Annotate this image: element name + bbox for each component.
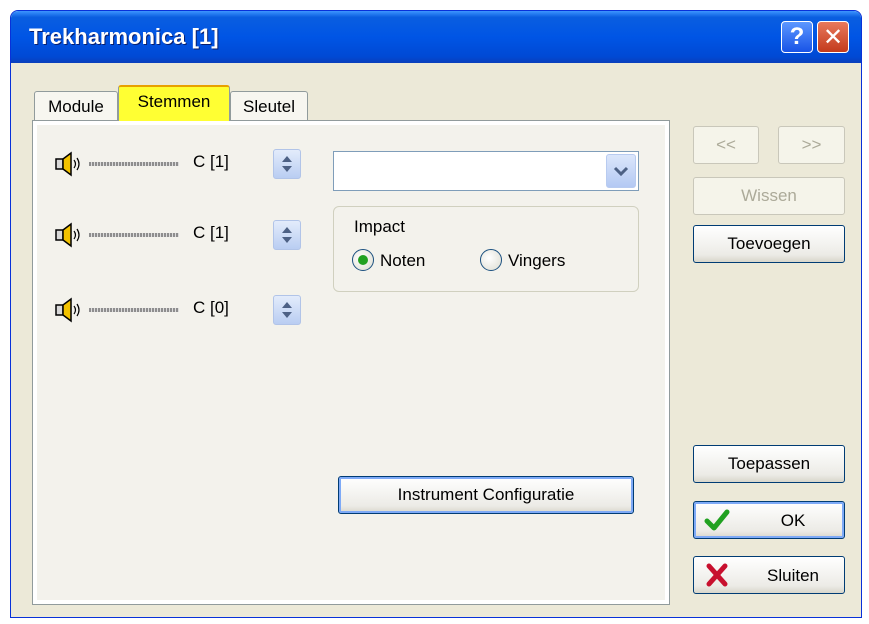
previous-button[interactable]: << bbox=[693, 126, 759, 164]
radio-label-vingers[interactable]: Vingers bbox=[508, 251, 565, 271]
spinner-icon bbox=[282, 302, 292, 318]
volume-slider[interactable] bbox=[89, 233, 179, 237]
title-bar[interactable]: Trekharmonica [1] ? ✕ bbox=[11, 11, 861, 63]
x-icon bbox=[706, 563, 728, 587]
voice-spinner[interactable] bbox=[273, 295, 301, 325]
dialog-window: Trekharmonica [1] ? ✕ Module Stemmen Sle… bbox=[10, 10, 862, 618]
spinner-icon bbox=[282, 227, 292, 243]
voice-label: C [1] bbox=[193, 152, 229, 171]
clear-button[interactable]: Wissen bbox=[693, 177, 845, 215]
button-label: Wissen bbox=[741, 186, 797, 205]
tab-label: Stemmen bbox=[137, 92, 211, 111]
voice-spinner[interactable] bbox=[273, 220, 301, 250]
radio-selected-dot bbox=[358, 255, 368, 265]
next-button[interactable]: >> bbox=[778, 126, 845, 164]
voice-row: C [1] bbox=[53, 220, 313, 250]
help-icon: ? bbox=[789, 23, 805, 50]
volume-slider[interactable] bbox=[89, 162, 179, 166]
button-label: >> bbox=[801, 135, 822, 154]
voice-row: C [0] bbox=[53, 295, 313, 325]
radio-label-noten[interactable]: Noten bbox=[380, 251, 425, 271]
ok-button[interactable]: OK bbox=[693, 501, 845, 539]
button-label: Sluiten bbox=[767, 566, 819, 585]
impact-title: Impact bbox=[354, 217, 406, 236]
speaker-icon[interactable] bbox=[53, 151, 85, 177]
button-label: Instrument Configuratie bbox=[397, 485, 575, 504]
chevron-down-icon bbox=[613, 166, 629, 177]
close-button[interactable]: Sluiten bbox=[693, 556, 845, 594]
button-label: OK bbox=[780, 511, 806, 530]
tab-label: Sleutel bbox=[243, 97, 295, 116]
dropdown-button[interactable] bbox=[606, 154, 636, 188]
speaker-icon[interactable] bbox=[53, 297, 85, 323]
window-title: Trekharmonica [1] bbox=[29, 24, 219, 49]
tab-stemmen[interactable]: Stemmen bbox=[118, 85, 230, 121]
close-icon: ✕ bbox=[822, 23, 844, 51]
button-label: Toepassen bbox=[727, 454, 811, 473]
help-button[interactable]: ? bbox=[781, 21, 813, 53]
voice-spinner[interactable] bbox=[273, 149, 301, 179]
radio-noten[interactable] bbox=[352, 249, 374, 271]
voice-row: C [1] bbox=[53, 149, 313, 179]
tab-sleutel[interactable]: Sleutel bbox=[230, 91, 308, 121]
spinner-icon bbox=[282, 156, 292, 172]
close-window-button[interactable]: ✕ bbox=[817, 21, 849, 53]
checkmark-icon bbox=[704, 509, 730, 531]
dialog-client: Module Stemmen Sleutel C [1] C [1] C [0]… bbox=[14, 63, 858, 614]
apply-button[interactable]: Toepassen bbox=[693, 445, 845, 483]
instrument-config-button[interactable]: Instrument Configuratie bbox=[338, 476, 634, 514]
radio-vingers[interactable] bbox=[480, 249, 502, 271]
tab-module[interactable]: Module bbox=[34, 91, 118, 121]
volume-slider[interactable] bbox=[89, 308, 179, 312]
tab-panel-stemmen: C [1] C [1] C [0] Impact Noten Vingers I… bbox=[32, 120, 670, 605]
voice-label: C [0] bbox=[193, 298, 229, 317]
button-label: Toevoegen bbox=[727, 234, 811, 253]
impact-group: Impact Noten Vingers bbox=[333, 206, 639, 292]
speaker-icon[interactable] bbox=[53, 222, 85, 248]
button-label: << bbox=[716, 135, 736, 154]
add-button[interactable]: Toevoegen bbox=[693, 225, 845, 263]
voice-label: C [1] bbox=[193, 223, 229, 242]
tab-label: Module bbox=[48, 97, 104, 116]
voice-dropdown[interactable] bbox=[333, 151, 639, 191]
